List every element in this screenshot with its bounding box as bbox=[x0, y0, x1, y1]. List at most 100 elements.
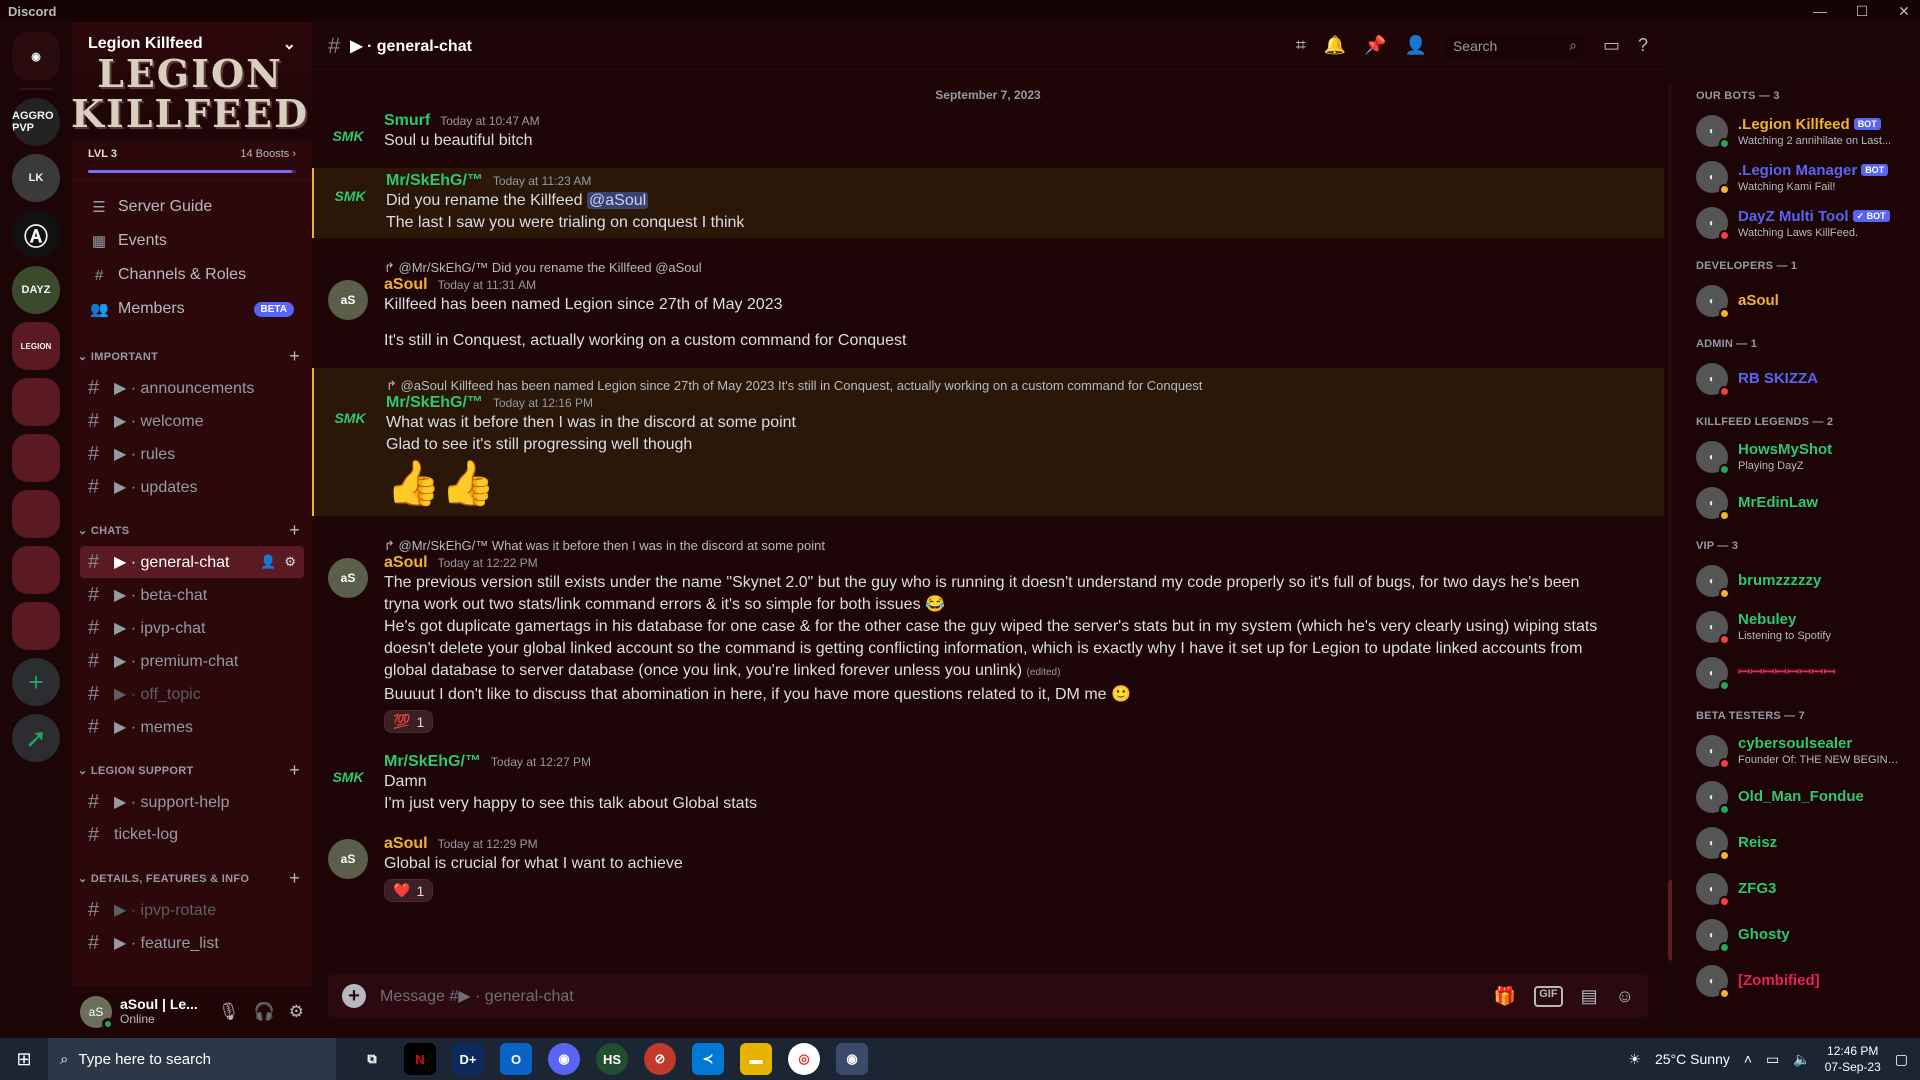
category-header[interactable]: ⌄ DETAILS, FEATURES & INFO + bbox=[72, 852, 312, 893]
nav-item[interactable]: # Channels & Roles bbox=[80, 258, 304, 292]
channel-item[interactable]: # ▶ · beta-chat bbox=[80, 579, 304, 611]
weather-icon[interactable]: ☀ bbox=[1628, 1051, 1641, 1068]
member-item[interactable]: ◐ Old_Man_Fondue bbox=[1696, 774, 1912, 820]
reaction-button[interactable]: 💯 1 bbox=[384, 710, 434, 733]
network-icon[interactable]: ▭ bbox=[1766, 1051, 1779, 1068]
chrome-icon[interactable]: ◎ bbox=[788, 1043, 820, 1075]
reply-preview[interactable]: ↱ @Mr/SkEhG/™ Did you rename the Killfee… bbox=[384, 260, 1616, 276]
member-item[interactable]: ◐ .Legion Killfeed BOT Watching 2 annihilat… bbox=[1696, 108, 1912, 154]
gif-button[interactable]: GIF bbox=[1534, 985, 1563, 1007]
channel-item[interactable]: # ▶ · general-chat 👤 ⚙ bbox=[80, 546, 304, 578]
member-item[interactable]: ◐ [Zombified] bbox=[1696, 958, 1912, 1004]
avatar[interactable]: aS bbox=[328, 280, 368, 320]
channel-item[interactable]: # ▶ · feature_list bbox=[80, 927, 304, 959]
vscode-icon[interactable]: ≺ bbox=[692, 1043, 724, 1075]
task-view-icon[interactable]: ⧉ bbox=[356, 1043, 388, 1075]
channel-settings-icon[interactable]: ⚙ bbox=[284, 554, 296, 570]
invite-icon[interactable]: 👤 bbox=[260, 554, 276, 570]
avatar[interactable]: SMK bbox=[328, 116, 368, 156]
server-folder[interactable] bbox=[12, 602, 60, 650]
user-mention[interactable]: @aSoul bbox=[587, 192, 649, 209]
disney-plus-icon[interactable]: D+ bbox=[452, 1043, 484, 1075]
nav-item[interactable]: ▦ Events bbox=[80, 224, 304, 258]
netflix-icon[interactable]: N bbox=[404, 1043, 436, 1075]
member-item[interactable]: ◐ .Legion Manager BOT Watching Kami Fail! bbox=[1696, 154, 1912, 200]
app-icon[interactable]: ⊘ bbox=[644, 1043, 676, 1075]
channel-item[interactable]: # ▶ · ipvp-rotate bbox=[80, 894, 304, 926]
notification-bell-icon[interactable]: 🔔 bbox=[1324, 35, 1346, 56]
avatar[interactable]: SMK bbox=[330, 176, 370, 216]
message-author[interactable]: aSoul bbox=[384, 554, 428, 571]
inbox-icon[interactable]: ▭ bbox=[1603, 35, 1620, 56]
close-icon[interactable]: ✕ bbox=[1896, 3, 1912, 20]
message-author[interactable]: Mr/SkEhG/™ bbox=[386, 172, 483, 189]
settings-gear-icon[interactable]: ⚙ bbox=[289, 1002, 304, 1022]
server-folder[interactable] bbox=[12, 378, 60, 426]
outlook-icon[interactable]: O bbox=[500, 1043, 532, 1075]
nav-item[interactable]: ☰ Server Guide bbox=[80, 190, 304, 224]
member-item[interactable]: ◐ HowsMyShot Playing DayZ bbox=[1696, 434, 1912, 480]
member-item[interactable]: ◐ MrEdinLaw bbox=[1696, 480, 1912, 526]
taskbar-search[interactable]: ⌕ Type here to search bbox=[48, 1038, 336, 1080]
message[interactable]: SMK Smurf Today at 10:47 AM Soul u beautifu… bbox=[312, 108, 1664, 156]
discord-home-icon[interactable]: ◉ bbox=[12, 32, 60, 80]
create-channel-icon[interactable]: + bbox=[289, 868, 300, 889]
boost-progress[interactable]: LVL 3 14 Boosts › bbox=[72, 140, 312, 180]
channel-item[interactable]: # ▶ · support-help bbox=[80, 786, 304, 818]
channel-item[interactable]: # ▶ · off_topic bbox=[80, 678, 304, 710]
message[interactable]: ↱ @Mr/SkEhG/™ Did you rename the Killfee… bbox=[312, 250, 1664, 356]
attach-plus-icon[interactable]: + bbox=[342, 984, 366, 1008]
server-banner[interactable]: Legion Killfeed ⌄ LEGION KILLFEED bbox=[71, 22, 312, 140]
member-list-icon[interactable]: 👤 bbox=[1405, 35, 1427, 56]
reaction-button[interactable]: ❤️ 1 bbox=[384, 879, 434, 902]
avatar[interactable]: SMK bbox=[328, 757, 368, 797]
search-input[interactable]: Search ⌕ bbox=[1444, 33, 1585, 58]
maximize-icon[interactable]: ☐ bbox=[1854, 3, 1870, 20]
server-folder[interactable] bbox=[12, 434, 60, 482]
discord-app-icon[interactable]: ◉ bbox=[548, 1043, 580, 1075]
server-icon[interactable]: DAYZ bbox=[12, 266, 60, 314]
gift-icon[interactable]: 🎁 bbox=[1494, 986, 1516, 1007]
tray-arrow-icon[interactable]: ˄ bbox=[1744, 1051, 1752, 1067]
message-author[interactable]: Smurf bbox=[384, 112, 430, 129]
member-item[interactable]: ◐ Ghosty bbox=[1696, 912, 1912, 958]
server-folder[interactable]: LEGION bbox=[12, 322, 60, 370]
message[interactable]: aS aSoul Today at 12:29 PM Global is crucia… bbox=[312, 831, 1664, 906]
channel-item[interactable]: # ▶ · updates bbox=[80, 471, 304, 503]
message-author[interactable]: Mr/SkEhG/™ bbox=[386, 394, 483, 411]
avatar[interactable]: SMK bbox=[330, 398, 370, 438]
avatar[interactable]: aS bbox=[328, 558, 368, 598]
create-channel-icon[interactable]: + bbox=[289, 520, 300, 541]
clock[interactable]: 12:46 PM 07-Sep-23 bbox=[1825, 1043, 1881, 1075]
help-icon[interactable]: ? bbox=[1638, 35, 1648, 56]
reply-preview[interactable]: ↱ @aSoul Killfeed has been named Legion … bbox=[386, 378, 1616, 394]
headphones-icon[interactable]: 🎧 bbox=[254, 1002, 275, 1022]
avatar[interactable]: aS bbox=[328, 839, 368, 879]
chevron-down-icon[interactable]: ⌄ bbox=[283, 34, 296, 54]
server-icon[interactable]: Ⓐ bbox=[12, 210, 60, 258]
channel-item[interactable]: # ▶ · premium-chat bbox=[80, 645, 304, 677]
message-composer[interactable]: + Message #▶ · general-chat 🎁 GIF ▤ ☺ bbox=[328, 974, 1648, 1018]
channel-item[interactable]: # ▶ · ipvp-chat bbox=[80, 612, 304, 644]
sticker-icon[interactable]: ▤ bbox=[1581, 986, 1598, 1007]
message-author[interactable]: Mr/SkEhG/™ bbox=[384, 753, 481, 770]
nav-item[interactable]: 👥 Members BETA bbox=[80, 292, 304, 326]
member-item[interactable]: ◐ RB SKIZZA bbox=[1696, 356, 1912, 402]
category-header[interactable]: ⌄ IMPORTANT + bbox=[72, 330, 312, 371]
message[interactable]: ↱ @Mr/SkEhG/™ What was it before then I … bbox=[312, 528, 1664, 737]
message-author[interactable]: aSoul bbox=[384, 835, 428, 852]
reply-preview[interactable]: ↱ @Mr/SkEhG/™ What was it before then I … bbox=[384, 538, 1616, 554]
member-item[interactable]: ◐ brumzzzzzy bbox=[1696, 558, 1912, 604]
channel-item[interactable]: # ▶ · memes bbox=[80, 711, 304, 743]
microphone-icon[interactable]: 🎙 bbox=[218, 1002, 240, 1022]
file-explorer-icon[interactable]: ▬ bbox=[740, 1043, 772, 1075]
message-author[interactable]: aSoul bbox=[384, 276, 428, 293]
server-folder[interactable] bbox=[12, 490, 60, 538]
weather[interactable]: 25°C Sunny bbox=[1655, 1051, 1730, 1067]
category-header[interactable]: ⌄ LEGION SUPPORT + bbox=[72, 744, 312, 785]
notifications-icon[interactable]: ▢ bbox=[1895, 1051, 1908, 1068]
member-item[interactable]: ◐ ZFG3 bbox=[1696, 866, 1912, 912]
pin-icon[interactable]: 📌 bbox=[1364, 35, 1386, 56]
windows-start-icon[interactable]: ⊞ bbox=[0, 1049, 48, 1070]
channel-item[interactable]: # ▶ · welcome bbox=[80, 405, 304, 437]
